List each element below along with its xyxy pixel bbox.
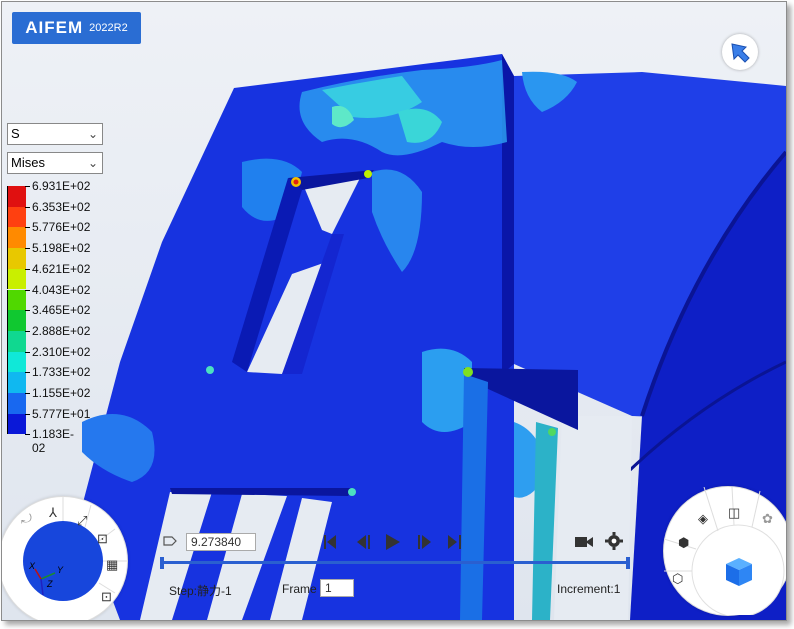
- legend-label: 2.888E+02: [32, 323, 91, 338]
- legend-swatch: [7, 351, 26, 373]
- legend-label: 5.776E+02: [32, 220, 91, 235]
- frame-label: Frame: [282, 582, 317, 596]
- legend-tick: [25, 248, 30, 250]
- play-button[interactable]: [386, 534, 400, 550]
- legend-label: 5.777E+01: [32, 406, 91, 421]
- time-icon: [163, 536, 177, 546]
- display-control-wheel[interactable]: ◈ ◫ ✿ ⬢ ⬡: [663, 486, 786, 616]
- legend-swatch: [7, 393, 26, 414]
- app-logo: AIFEM 2022R2: [12, 12, 141, 44]
- split-view-icon[interactable]: ◫: [728, 505, 740, 521]
- triad-y-label: Y: [57, 565, 64, 575]
- brand-name: AIFEM: [25, 18, 84, 37]
- legend-tick: [25, 413, 30, 415]
- time-value: 9.273840: [191, 535, 242, 549]
- legend-tick: [25, 310, 30, 312]
- legend-tick: [25, 351, 30, 353]
- legend-label: 4.043E+02: [32, 282, 91, 297]
- frame-value: 1: [325, 581, 332, 595]
- arrow-pointer-icon: [731, 43, 750, 63]
- view-cube-icon[interactable]: [722, 555, 756, 589]
- legend-label: 2.310E+02: [32, 344, 91, 359]
- legend-swatch: [7, 206, 26, 228]
- field-select[interactable]: S ⌄: [7, 123, 103, 145]
- triad-x-label: X: [28, 561, 36, 571]
- viewport[interactable]: AIFEM 2022R2 S ⌄ Mises ⌄ 6.931E+02 6.353E…: [1, 1, 787, 621]
- playback-buttons: [324, 534, 461, 550]
- legend-tick: [25, 268, 30, 270]
- select-mode-button[interactable]: [722, 34, 758, 70]
- slider-start-handle[interactable]: [160, 557, 164, 569]
- legend-swatch: [7, 248, 26, 269]
- grid-icon[interactable]: ▦: [106, 557, 118, 573]
- legend-swatch: [7, 310, 26, 331]
- component-select-value: Mises: [11, 155, 45, 170]
- chevron-down-icon: ⌄: [87, 156, 98, 170]
- legend-swatch: [7, 186, 26, 207]
- legend-tick: [25, 372, 30, 374]
- legend-swatch: [7, 268, 26, 290]
- frame-slider[interactable]: [160, 557, 630, 569]
- legend-tick: [25, 186, 30, 187]
- increment-label: Increment:1: [557, 582, 621, 596]
- time-value-field[interactable]: 9.273840: [186, 533, 256, 551]
- zoom-region-icon[interactable]: ⊡: [101, 589, 112, 605]
- gear-icon[interactable]: [605, 532, 623, 550]
- legend-tick: [25, 289, 30, 291]
- triad-z-label: Z: [46, 579, 53, 589]
- slider-end-handle[interactable]: [626, 557, 630, 569]
- component-select[interactable]: Mises ⌄: [7, 152, 103, 174]
- legend-tick: [25, 206, 30, 208]
- legend-label: 3.465E+02: [32, 303, 91, 318]
- next-frame-button[interactable]: [418, 535, 431, 549]
- last-frame-button[interactable]: [448, 535, 461, 549]
- mesh-cube-icon[interactable]: ⬢: [678, 535, 689, 551]
- axis-triad: X Y Z: [28, 561, 64, 596]
- legend-swatch: [7, 227, 26, 249]
- video-camera-icon[interactable]: [574, 534, 594, 550]
- color-cube-icon[interactable]: ◈: [698, 511, 708, 527]
- legend-tick: [25, 330, 30, 332]
- wheel-dividers: [664, 487, 785, 615]
- legend-swatch: [7, 330, 26, 352]
- first-frame-button[interactable]: [324, 535, 336, 549]
- field-select-value: S: [11, 126, 20, 141]
- slider-fill: [162, 561, 628, 564]
- legend-label: 6.353E+02: [32, 199, 91, 214]
- previous-frame-button[interactable]: [357, 535, 370, 549]
- rotate-axis-icon[interactable]: ⤾: [21, 511, 32, 527]
- triad-axis-icon[interactable]: ⅄: [49, 505, 57, 521]
- version-label: 2022R2: [89, 22, 128, 34]
- legend-tick: [25, 434, 30, 436]
- legend-label: 6.931E+02: [32, 179, 91, 193]
- legend-tick: [25, 393, 30, 394]
- frame-field[interactable]: 1: [320, 579, 354, 597]
- legend-label: 1.155E+02: [32, 386, 91, 400]
- legend-swatch: [7, 413, 26, 435]
- view-control-wheel[interactable]: ⤾ ⅄ ⤢ ⊡ ▦ ⊡ X Y Z: [2, 496, 128, 620]
- step-label: Step:静力-1: [169, 584, 232, 598]
- legend-swatch: [7, 289, 26, 311]
- legend-label: 1.183E-02: [32, 427, 75, 456]
- legend-label: 1.733E+02: [32, 365, 91, 380]
- zoom-box-icon[interactable]: ⊡: [97, 531, 108, 547]
- legend-swatch: [7, 372, 26, 393]
- legend-label: 4.621E+02: [32, 261, 91, 276]
- fit-view-icon[interactable]: ⤢: [77, 513, 87, 529]
- chevron-down-icon: ⌄: [87, 127, 98, 141]
- palette-icon[interactable]: ✿: [762, 511, 773, 527]
- legend-label: 5.198E+02: [32, 241, 91, 256]
- wireframe-cube-icon[interactable]: ⬡: [672, 571, 683, 587]
- legend-tick: [25, 227, 30, 229]
